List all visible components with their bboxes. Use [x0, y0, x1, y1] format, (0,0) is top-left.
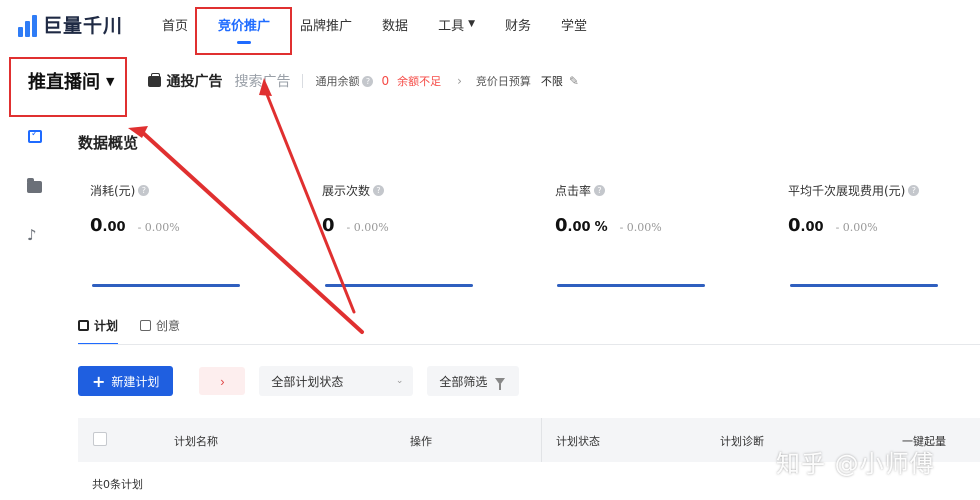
arrow-line-left — [140, 130, 364, 334]
annotation-arrows — [128, 78, 364, 334]
arrow-line-top — [264, 90, 356, 314]
